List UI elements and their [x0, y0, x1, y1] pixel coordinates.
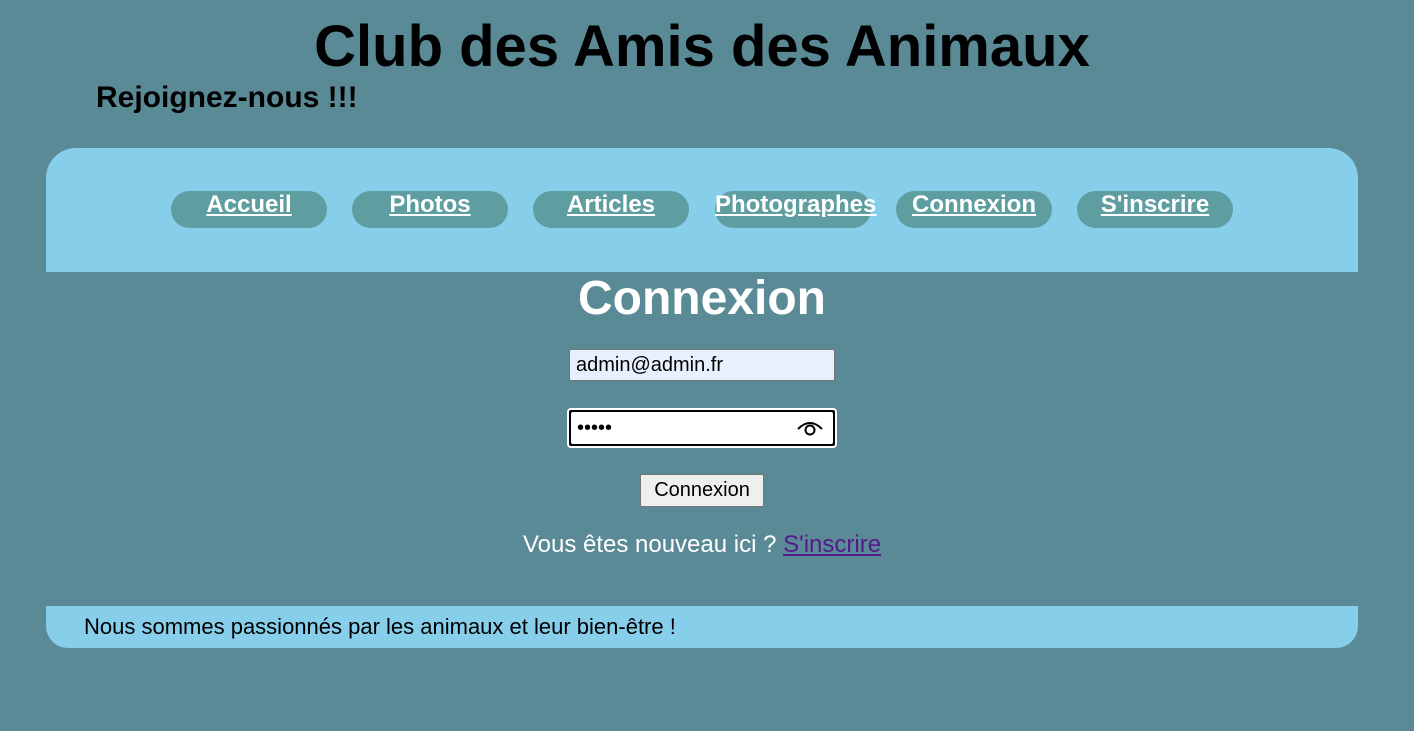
signup-prompt-text: Vous êtes nouveau ici ?	[522, 531, 784, 558]
nav-item-photos: Photos	[352, 191, 508, 228]
nav-item-accueil: Accueil	[171, 191, 327, 228]
email-field[interactable]	[569, 349, 835, 381]
nav-item-photographes: Photographes	[715, 191, 876, 228]
nav-bar: Accueil Photos Articles Photographes Con…	[46, 148, 1358, 272]
nav-item-connexion: Connexion	[896, 191, 1052, 228]
nav-item-sinscrire: S'inscrire	[1077, 191, 1233, 228]
nav-item-articles: Articles	[533, 191, 689, 228]
password-field[interactable]	[571, 412, 791, 444]
signup-link[interactable]: S'inscrire	[783, 531, 881, 558]
eye-icon[interactable]	[797, 418, 823, 438]
login-title: Connexion	[578, 272, 826, 325]
footer-text: Nous sommes passionnés par les animaux e…	[84, 614, 676, 639]
signup-prompt-line: Vous êtes nouveau ici ? S'inscrire	[0, 530, 1404, 560]
nav-link-articles[interactable]: Articles	[533, 191, 689, 219]
password-field-box	[571, 412, 833, 444]
nav-link-connexion[interactable]: Connexion	[896, 191, 1052, 219]
nav-link-accueil[interactable]: Accueil	[171, 191, 327, 219]
nav-link-photographes[interactable]: Photographes	[715, 191, 876, 219]
login-submit-button[interactable]: Connexion	[640, 474, 764, 507]
nav-link-sinscrire[interactable]: S'inscrire	[1077, 191, 1233, 219]
password-field-focus-ring	[567, 408, 837, 448]
footer: Nous sommes passionnés par les animaux e…	[46, 606, 1358, 648]
nav-link-photos[interactable]: Photos	[352, 191, 508, 219]
site-title: Club des Amis des Animaux	[314, 14, 1090, 79]
tagline: Rejoignez-nous !!!	[96, 81, 358, 114]
